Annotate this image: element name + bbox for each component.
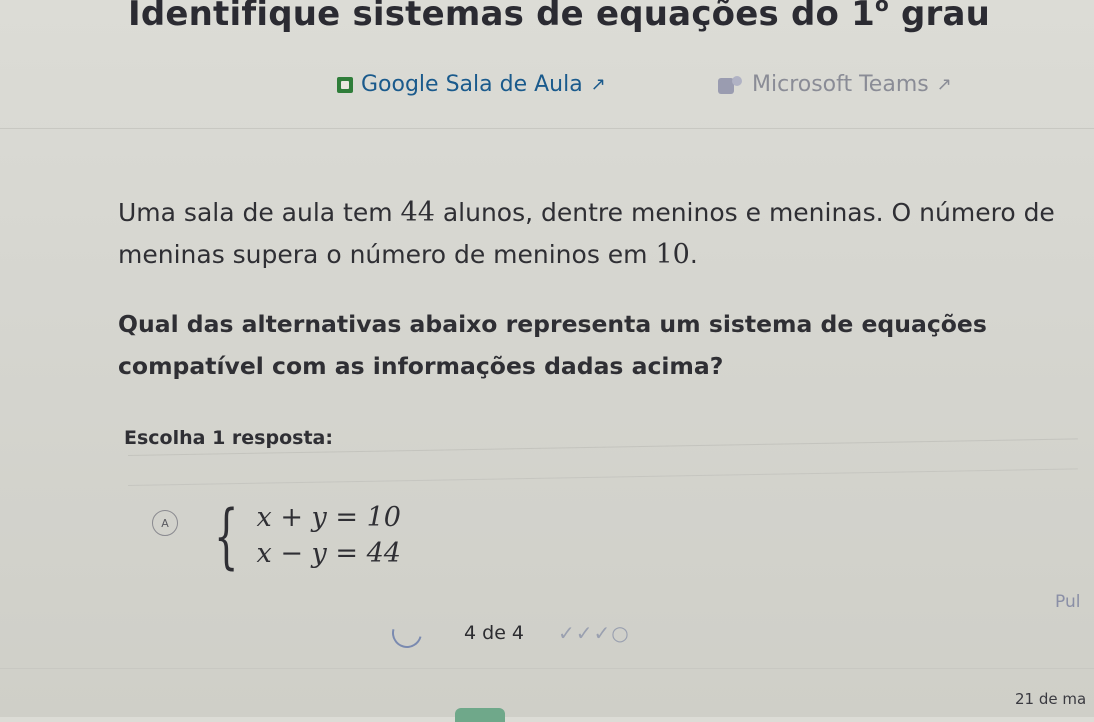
refresh-icon[interactable] <box>386 612 428 654</box>
option-a[interactable]: A { x + y = 10 x − y = 44 <box>152 500 401 572</box>
divider <box>0 128 1094 129</box>
microsoft-teams-icon <box>718 75 744 94</box>
option-a-radio[interactable]: A <box>152 510 178 536</box>
google-classroom-icon <box>337 76 353 93</box>
progress-checks: ✓✓✓○ <box>558 621 630 645</box>
question-statement: Uma sala de aula tem 44 alunos, dentre m… <box>118 197 1055 270</box>
google-classroom-label: Google Sala de Aula <box>361 72 583 97</box>
question-prompt: Qual das alternativas abaixo representa … <box>118 310 987 380</box>
external-link-icon: ↗ <box>590 74 606 95</box>
google-classroom-link[interactable]: Google Sala de Aula ↗ <box>337 72 606 97</box>
equation-1: x + y = 10 <box>256 502 401 533</box>
progress-text: 4 de 4 <box>464 622 525 644</box>
divider <box>127 468 1078 486</box>
equation-system: { x + y = 10 x − y = 44 <box>204 500 401 572</box>
footer-date: 21 de ma <box>1015 690 1087 708</box>
page-title: Identifique sistemas de equações do 1o g… <box>128 0 990 34</box>
brace-icon: { <box>214 495 239 577</box>
progress-indicator: 4 de 4 ✓✓✓○ <box>386 612 630 654</box>
microsoft-teams-label: Microsoft Teams <box>752 72 929 97</box>
equation-2: x − y = 44 <box>256 538 401 569</box>
bottom-tab[interactable] <box>455 708 505 722</box>
microsoft-teams-link[interactable]: Microsoft Teams ↗ <box>718 72 952 97</box>
divider <box>0 668 1094 669</box>
answer-instruction: Escolha 1 resposta: <box>124 427 333 449</box>
external-link-icon: ↗ <box>936 74 952 95</box>
side-label[interactable]: Pul <box>1055 592 1080 612</box>
